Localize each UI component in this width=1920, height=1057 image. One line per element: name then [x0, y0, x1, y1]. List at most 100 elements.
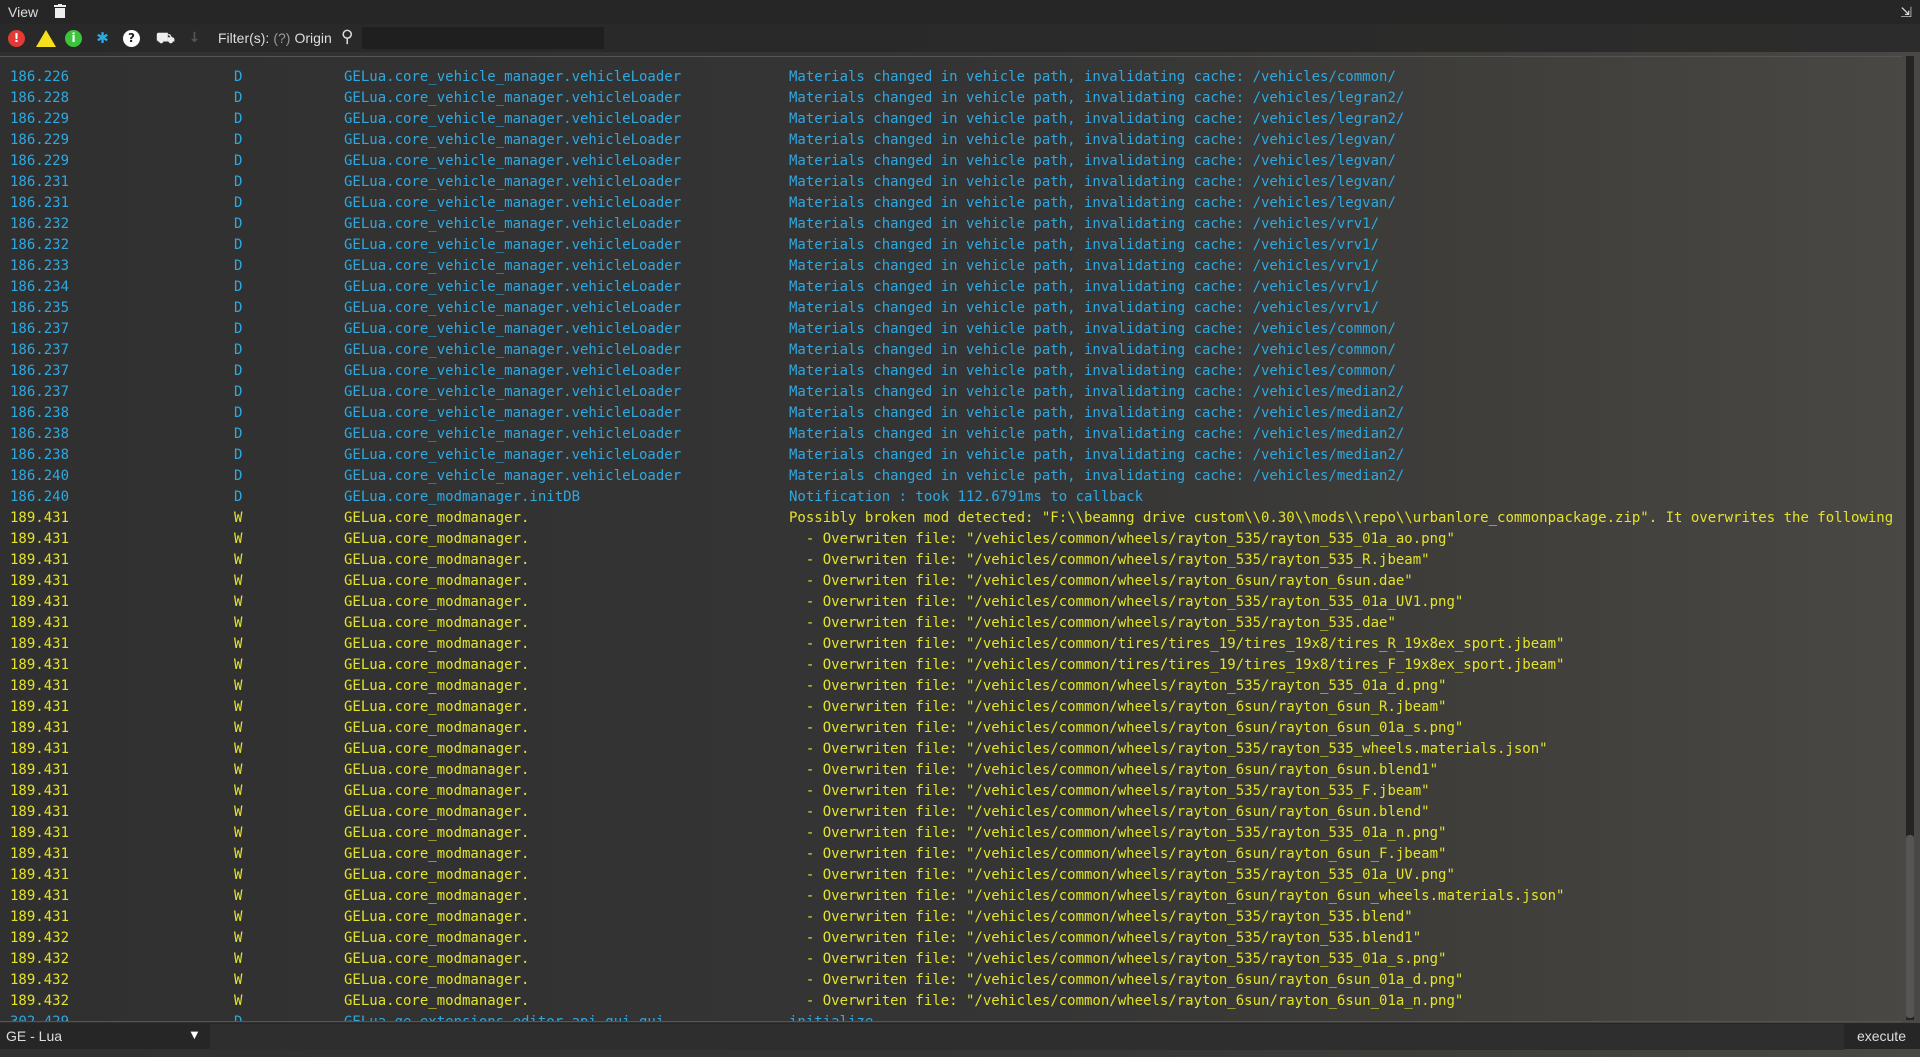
log-origin: GELua.core_vehicle_manager.vehicleLoader	[344, 216, 682, 232]
warning-filter-icon[interactable]	[36, 30, 56, 47]
log-origin: GELua.core_vehicle_manager.vehicleLoader	[344, 237, 682, 253]
log-time: 189.431	[10, 888, 70, 904]
log-origin: GELua.core_modmanager.	[344, 867, 530, 883]
log-time: 186.229	[10, 111, 70, 127]
log-row: 189.431 W GELua.core_modmanager. - Overwri…	[0, 592, 1900, 613]
log-level: W	[234, 909, 243, 925]
log-row: 189.431 W GELua.core_modmanager. - Overwri…	[0, 886, 1900, 907]
log-row: 189.431 W GELua.core_modmanager. Possibly b…	[0, 508, 1902, 529]
log-origin: GELua.core_vehicle_manager.vehicleLoader	[344, 153, 682, 169]
log-level: D	[234, 300, 243, 316]
log-level: W	[234, 552, 243, 568]
log-row: 189.431 W GELua.core_modmanager. - Overwri…	[0, 613, 1900, 634]
log-time: 186.237	[10, 321, 70, 337]
log-origin: GELua.core_modmanager.	[344, 972, 530, 988]
command-bar: GE - Lua ▼ execute	[0, 1023, 1920, 1050]
log-level: D	[234, 174, 243, 190]
log-level: D	[234, 279, 243, 295]
log-time: 186.238	[10, 426, 70, 442]
log-message: Materials changed in vehicle path, inval…	[789, 153, 1396, 169]
download-icon[interactable]: ↓	[186, 30, 203, 47]
info-filter-icon[interactable]: i	[65, 30, 82, 47]
log-message: Materials changed in vehicle path, inval…	[789, 384, 1405, 400]
log-level: D	[234, 153, 243, 169]
log-row: 189.431 W GELua.core_modmanager. - Overwri…	[0, 802, 1900, 823]
search-input[interactable]	[362, 27, 604, 49]
menubar: View ⇲	[0, 0, 1920, 24]
log-row: 189.431 W GELua.core_modmanager. - Overwri…	[0, 718, 1900, 739]
log-time: 189.431	[10, 783, 70, 799]
filters: Filter(s): (?) Origin	[218, 30, 332, 46]
log-row: 186.232 D GELua.core_vehicle_manager.vehic…	[0, 214, 1900, 235]
log-time: 302.429	[10, 1014, 70, 1022]
log-origin: GELua.core_vehicle_manager.vehicleLoader	[344, 321, 682, 337]
log-time: 186.231	[10, 174, 70, 190]
log-message: initialize	[789, 1014, 874, 1022]
log-level: D	[234, 111, 243, 127]
log-time: 189.431	[10, 804, 70, 820]
log-origin: GELua.core_modmanager.	[344, 741, 530, 757]
collapse-icon[interactable]: ⇲	[1900, 4, 1912, 21]
menu-view[interactable]: View	[8, 4, 38, 20]
scrollbar-thumb[interactable]	[1906, 835, 1914, 1018]
log-message: Materials changed in vehicle path, inval…	[789, 321, 1396, 337]
log-time: 189.431	[10, 615, 70, 631]
log-row: 189.431 W GELua.core_modmanager. - Overwri…	[0, 739, 1900, 760]
log-level: D	[234, 216, 243, 232]
error-filter-icon[interactable]: !	[8, 30, 25, 47]
log-message: - Overwriten file: "/vehicles/common/whe…	[789, 993, 1464, 1009]
log-time: 186.238	[10, 405, 70, 421]
log-origin: GELua.core_modmanager.	[344, 930, 530, 946]
log-row: 186.240 D GELua.core_vehicle_manager.vehic…	[0, 466, 1900, 487]
log-row: 189.431 W GELua.core_modmanager. - Overwri…	[0, 844, 1900, 865]
debug-bug-icon[interactable]: ✱	[94, 30, 111, 47]
log-origin: GELua.core_modmanager.	[344, 762, 530, 778]
log-time: 186.232	[10, 237, 70, 253]
context-select[interactable]: GE - Lua	[6, 1028, 62, 1044]
log-origin: GELua.core_vehicle_manager.vehicleLoader	[344, 258, 682, 274]
log-message: Materials changed in vehicle path, inval…	[789, 342, 1396, 358]
execute-button[interactable]: execute	[1857, 1028, 1906, 1044]
log-message: - Overwriten file: "/vehicles/common/whe…	[789, 867, 1455, 883]
log-row: 189.431 W GELua.core_modmanager. - Overwri…	[0, 676, 1900, 697]
log-time: 186.237	[10, 363, 70, 379]
log-time: 189.431	[10, 741, 70, 757]
trash-icon[interactable]	[54, 4, 66, 18]
log-level: D	[234, 132, 243, 148]
log-origin: GELua.core_vehicle_manager.vehicleLoader	[344, 405, 682, 421]
log-origin: GELua.core_vehicle_manager.vehicleLoader	[344, 195, 682, 211]
log-row: 186.237 D GELua.core_vehicle_manager.vehic…	[0, 340, 1900, 361]
log-time: 186.240	[10, 468, 70, 484]
log-origin: GELua.core_modmanager.	[344, 636, 530, 652]
log-message: Materials changed in vehicle path, inval…	[789, 279, 1380, 295]
log-level: D	[234, 384, 243, 400]
log-time: 189.431	[10, 678, 70, 694]
log-row: 186.238 D GELua.core_vehicle_manager.vehic…	[0, 445, 1900, 466]
log-level: W	[234, 510, 243, 526]
log-message: - Overwriten file: "/vehicles/common/whe…	[789, 804, 1430, 820]
help-icon[interactable]: ?	[123, 30, 140, 47]
log-level: W	[234, 930, 243, 946]
log-time: 189.431	[10, 594, 70, 610]
log-message: - Overwriten file: "/vehicles/common/whe…	[789, 573, 1413, 589]
log-origin: GELua.core_modmanager.	[344, 825, 530, 841]
log-level: W	[234, 783, 243, 799]
log-origin: GELua.core_vehicle_manager.vehicleLoader	[344, 111, 682, 127]
log-message: - Overwriten file: "/vehicles/common/whe…	[789, 552, 1430, 568]
log-time: 189.431	[10, 636, 70, 652]
log-message: Materials changed in vehicle path, inval…	[789, 195, 1396, 211]
log-time: 189.431	[10, 846, 70, 862]
log-origin: GELua.core_vehicle_manager.vehicleLoader	[344, 447, 682, 463]
log-time: 189.431	[10, 825, 70, 841]
log-time: 186.237	[10, 342, 70, 358]
log-origin: GELua.ge_extensions_editor_api_gui.gui	[344, 1014, 665, 1022]
log-level: D	[234, 195, 243, 211]
filters-help[interactable]: (?)	[273, 30, 290, 46]
log-message: Materials changed in vehicle path, inval…	[789, 300, 1380, 316]
command-input[interactable]	[210, 1024, 1844, 1050]
car-icon[interactable]: ⛟	[156, 30, 175, 47]
log-level: D	[234, 426, 243, 442]
log-origin: GELua.core_vehicle_manager.vehicleLoader	[344, 426, 682, 442]
log-row: 189.431 W GELua.core_modmanager. - Overwri…	[0, 760, 1900, 781]
chevron-down-icon[interactable]: ▼	[188, 1027, 201, 1042]
